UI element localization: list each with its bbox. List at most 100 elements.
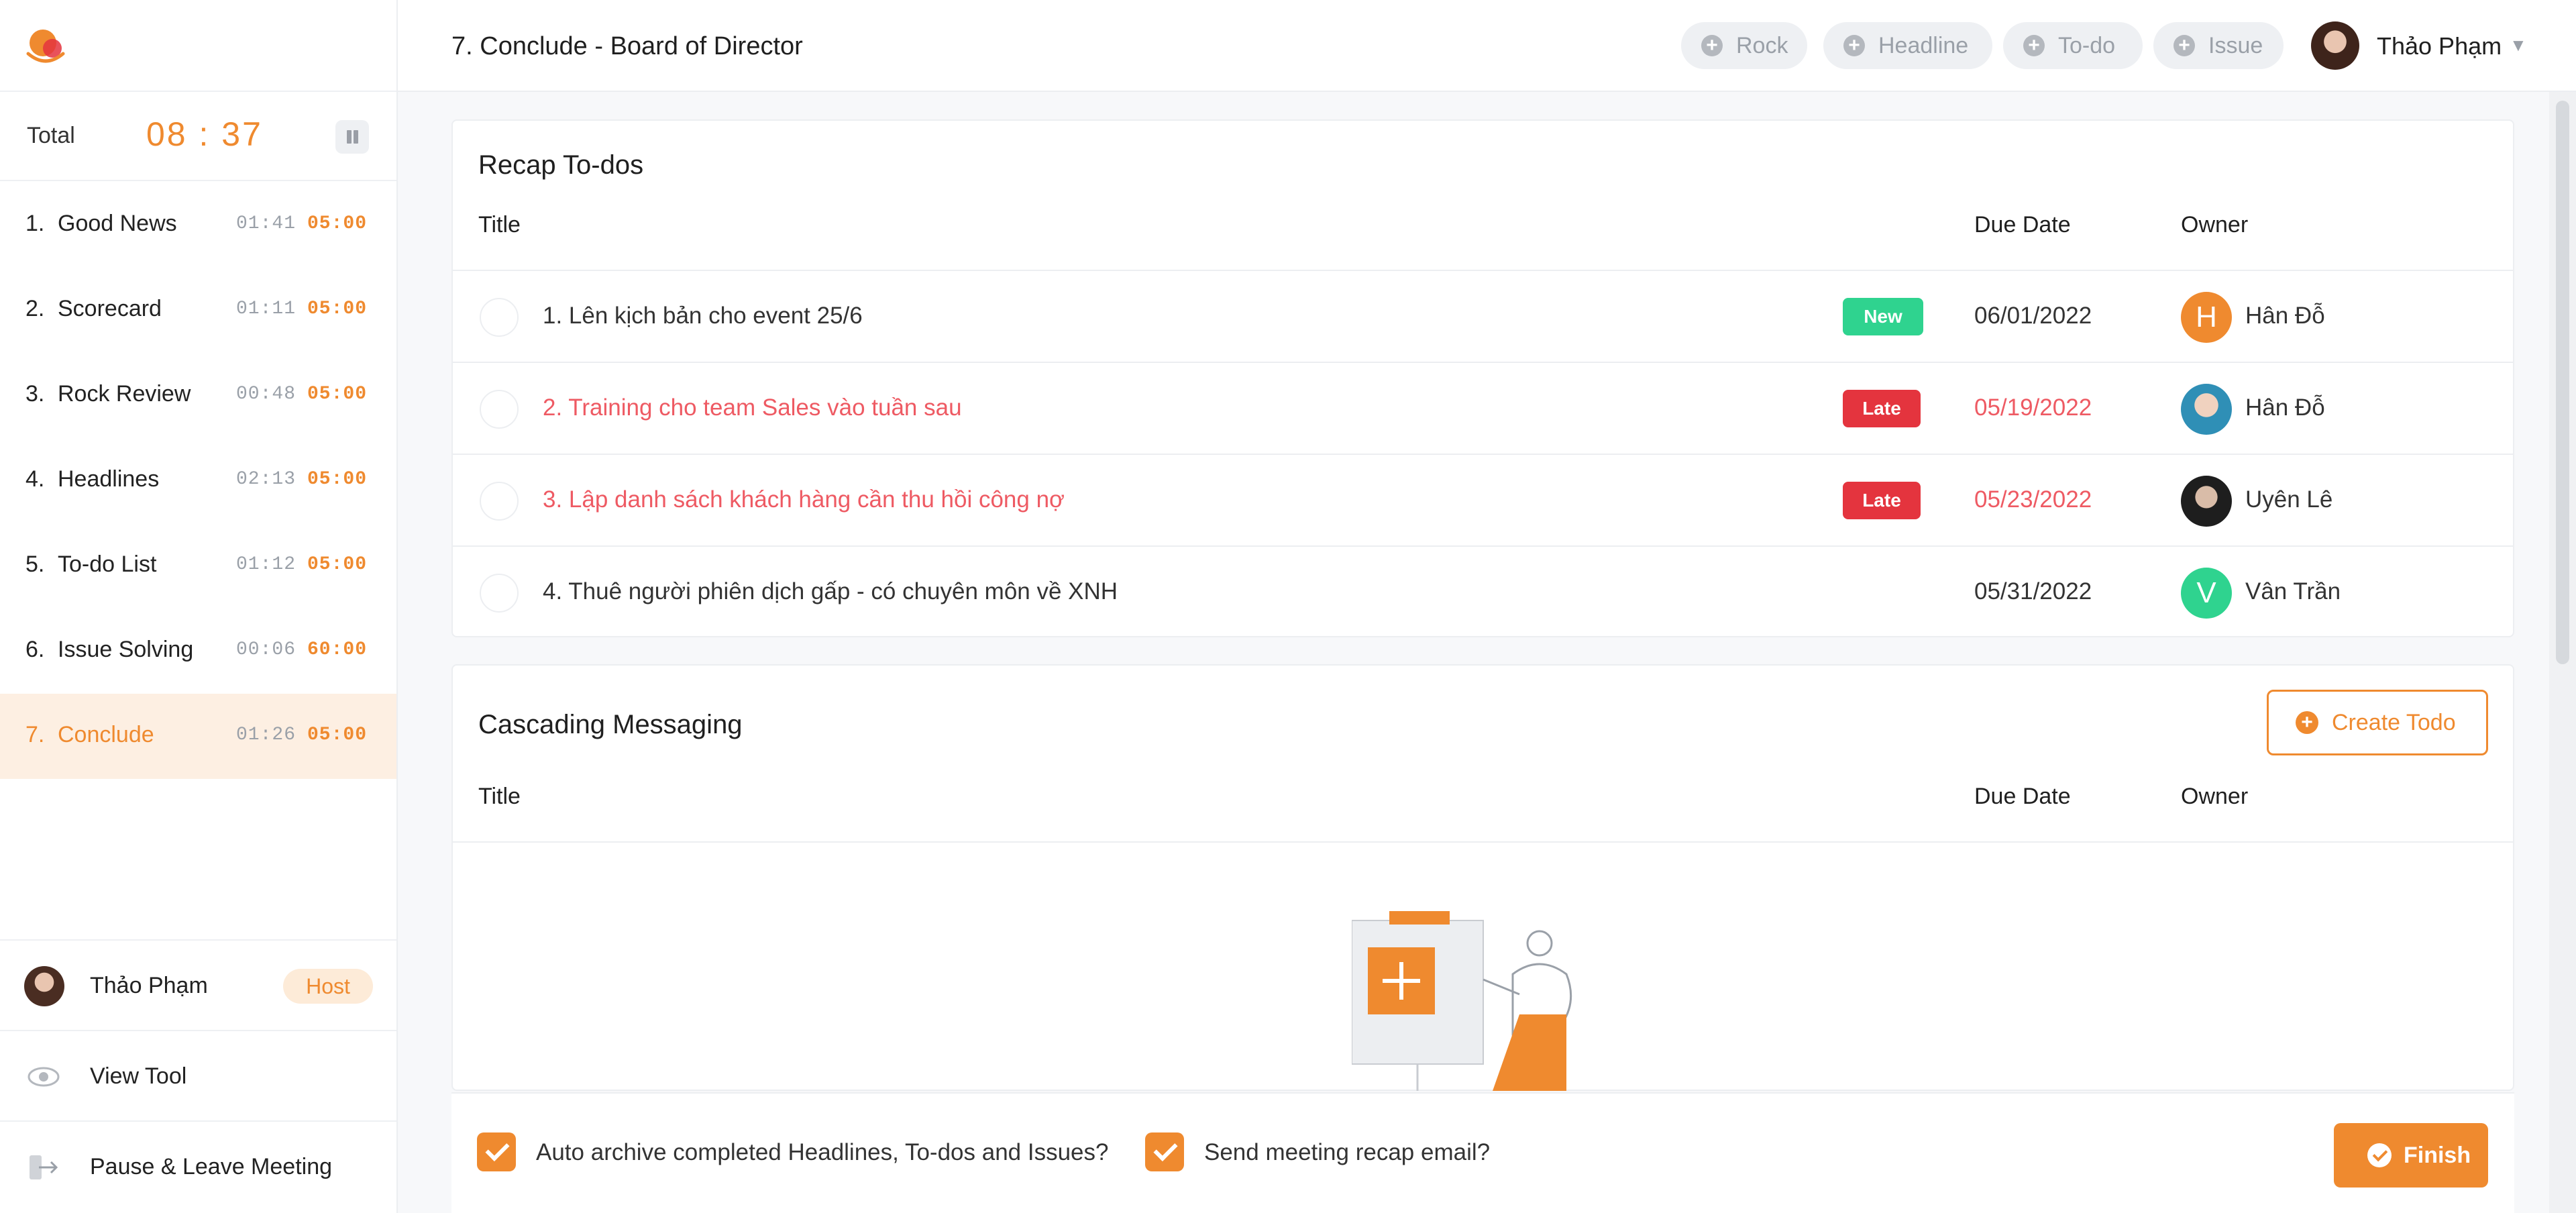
column-title: Title [478,212,521,238]
column-due-date: Due Date [1974,212,2071,238]
add-todo-button[interactable]: + To-do [2003,22,2143,69]
agenda-number: 1. [25,211,45,236]
agenda-elapsed: 01:26 [236,725,297,745]
user-avatar[interactable] [2311,21,2359,70]
agenda-label: To-do List [58,551,157,577]
column-title: Title [478,784,521,809]
agenda-elapsed: 00:06 [236,639,297,660]
add-todo-label: To-do [2058,33,2116,58]
eye-icon [28,1067,60,1087]
auto-archive-checkbox[interactable] [477,1132,516,1171]
agenda-item-conclude[interactable]: 7. Conclude 01:26 05:00 [0,694,396,779]
total-timer-row: Total 08 : 37 [0,91,396,181]
empty-state-illustration [1352,911,1572,1091]
agenda-item-todo-list[interactable]: 5. To-do List 01:12 05:00 [0,523,396,609]
todo-due-date: 05/31/2022 [1974,578,2092,604]
agenda-elapsed: 02:13 [236,469,297,490]
status-badge: Late [1843,390,1921,427]
add-issue-button[interactable]: + Issue [2153,22,2284,69]
host-badge: Host [283,969,373,1004]
todo-title[interactable]: 2. Training cho team Sales vào tuần sau [543,394,962,421]
todo-checkbox[interactable] [480,298,519,337]
cascading-messaging-card: Cascading Messaging + Create Todo Title … [451,664,2514,1091]
agenda-label: Issue Solving [58,637,194,662]
send-recap-checkbox[interactable] [1145,1132,1184,1171]
owner-name: Uyên Lê [2245,486,2333,513]
send-recap-label[interactable]: Send meeting recap email? [1204,1139,1490,1166]
create-todo-label: Create Todo [2332,710,2456,735]
agenda-limit: 05:00 [307,384,368,405]
agenda-number: 2. [25,296,45,321]
avatar: H [2181,292,2232,343]
agenda-limit: 05:00 [307,469,368,490]
app-logo-icon[interactable] [24,27,67,67]
agenda-label: Good News [58,211,177,236]
todo-checkbox[interactable] [480,482,519,521]
agenda-limit: 60:00 [307,639,368,660]
column-due-date: Due Date [1974,784,2071,809]
add-headline-label: Headline [1878,33,1969,58]
table-row[interactable]: 3. Lập danh sách khách hàng cần thu hồi … [453,455,2513,547]
agenda-list: 1. Good News 01:41 05:00 2. Scorecard 01… [0,182,396,779]
avatar [2181,384,2232,435]
create-todo-button[interactable]: + Create Todo [2267,690,2488,755]
pause-leave-button[interactable]: Pause & Leave Meeting [0,1120,396,1212]
pause-icon[interactable] [335,120,369,154]
auto-archive-label[interactable]: Auto archive completed Headlines, To-dos… [536,1139,1108,1166]
status-badge: New [1843,298,1923,335]
agenda-elapsed: 00:48 [236,384,297,405]
agenda-limit: 05:00 [307,725,368,745]
plus-circle-icon: + [2174,35,2195,56]
exit-icon [30,1155,58,1179]
agenda-item-scorecard[interactable]: 2. Scorecard 01:11 05:00 [0,268,396,353]
table-row[interactable]: 1. Lên kịch bản cho event 25/6 New 06/01… [453,271,2513,363]
view-tool-button[interactable]: View Tool [0,1030,396,1121]
agenda-number: 7. [25,722,45,747]
agenda-number: 6. [25,637,45,662]
agenda-number: 3. [25,381,45,407]
todo-title[interactable]: 4. Thuê người phiên dịch gấp - có chuyên… [543,578,1118,605]
sidebar: Total 08 : 37 1. Good News 01:41 05:00 2… [0,0,398,1213]
user-name[interactable]: Thảo Phạm [2377,32,2502,60]
agenda-item-issue-solving[interactable]: 6. Issue Solving 00:06 60:00 [0,609,396,694]
agenda-label: Headlines [58,466,160,492]
agenda-limit: 05:00 [307,299,368,319]
chevron-down-icon[interactable]: ▼ [2510,35,2527,56]
view-tool-label: View Tool [90,1063,187,1089]
cascade-title: Cascading Messaging [478,710,743,739]
plus-circle-icon: + [2296,711,2318,734]
top-bar: 7. Conclude - Board of Director + Rock +… [398,0,2576,92]
todo-checkbox[interactable] [480,390,519,429]
agenda-item-rock-review[interactable]: 3. Rock Review 00:48 05:00 [0,353,396,438]
todo-title[interactable]: 3. Lập danh sách khách hàng cần thu hồi … [543,486,1065,513]
agenda-item-good-news[interactable]: 1. Good News 01:41 05:00 [0,182,396,268]
recap-todos-card: Recap To-dos Title Due Date Owner 1. Lên… [451,119,2514,637]
agenda-elapsed: 01:12 [236,554,297,575]
page-title: 7. Conclude - Board of Director [451,32,803,60]
todo-due-date: 05/19/2022 [1974,394,2092,421]
agenda-item-headlines[interactable]: 4. Headlines 02:13 05:00 [0,438,396,523]
table-row[interactable]: 2. Training cho team Sales vào tuần sau … [453,363,2513,455]
avatar: V [2181,568,2232,619]
add-rock-button[interactable]: + Rock [1681,22,1807,69]
scrollbar-thumb[interactable] [2556,101,2569,664]
divider [453,841,2513,843]
agenda-label: Scorecard [58,296,162,321]
todo-title[interactable]: 1. Lên kịch bản cho event 25/6 [543,303,863,329]
recap-title: Recap To-dos [478,150,644,180]
check-circle-icon [2367,1143,2392,1167]
finish-button[interactable]: Finish [2334,1123,2488,1188]
app-window: Total 08 : 37 1. Good News 01:41 05:00 2… [0,0,2576,1213]
column-owner: Owner [2181,784,2249,809]
todo-checkbox[interactable] [480,574,519,613]
agenda-elapsed: 01:41 [236,213,297,234]
total-label: Total [27,123,75,148]
pause-leave-label: Pause & Leave Meeting [90,1154,333,1179]
add-headline-button[interactable]: + Headline [1823,22,1992,69]
owner-name: Hân Đỗ [2245,303,2325,329]
todo-due-date: 05/23/2022 [1974,486,2092,513]
add-issue-label: Issue [2208,33,2263,58]
column-owner: Owner [2181,212,2249,238]
status-badge: Late [1843,482,1921,519]
table-row[interactable]: 4. Thuê người phiên dịch gấp - có chuyên… [453,547,2513,639]
